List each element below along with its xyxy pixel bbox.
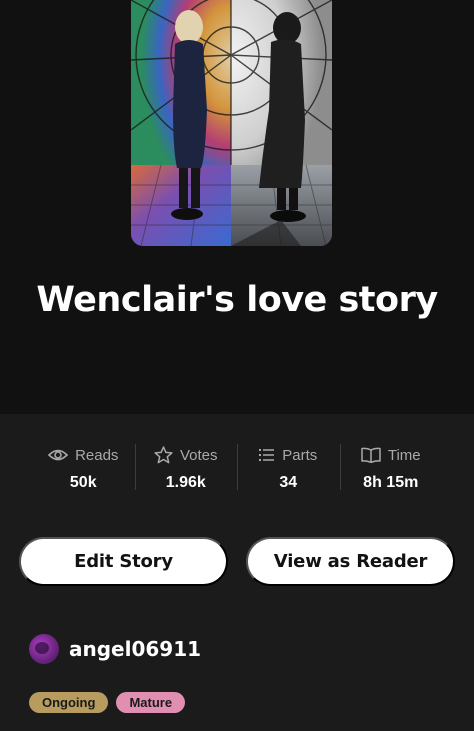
stat-time: Time 8h 15m bbox=[339, 444, 443, 512]
status-badge-mature: Mature bbox=[116, 692, 186, 713]
stat-parts-value: 34 bbox=[279, 474, 298, 491]
story-title: Wenclair's love story bbox=[36, 280, 438, 320]
star-icon bbox=[154, 446, 173, 464]
book-icon bbox=[361, 447, 381, 463]
stat-votes-value: 1.96k bbox=[165, 474, 206, 491]
status-badge-ongoing: Ongoing bbox=[29, 692, 109, 713]
story-cover-image[interactable] bbox=[131, 0, 332, 246]
stat-votes-label: Votes bbox=[179, 446, 218, 464]
cover-artwork bbox=[131, 0, 332, 246]
story-tags: Ongoing Mature bbox=[29, 692, 186, 713]
stat-time-label: Time bbox=[387, 446, 421, 464]
story-stats-bar: Reads 50k Votes 1.96k Parts 34 Time 8h 1… bbox=[0, 414, 474, 512]
edit-story-button[interactable]: Edit Story bbox=[19, 537, 228, 586]
stat-reads-label: Reads bbox=[75, 446, 119, 464]
stat-parts-label: Parts bbox=[282, 446, 318, 464]
list-icon bbox=[259, 449, 275, 461]
stat-reads: Reads 50k bbox=[32, 444, 135, 512]
author-username[interactable]: angel06911 bbox=[69, 637, 201, 661]
stat-votes: Votes 1.96k bbox=[134, 444, 238, 512]
stat-reads-value: 50k bbox=[69, 474, 97, 491]
avatar[interactable] bbox=[29, 634, 59, 664]
eye-icon bbox=[48, 449, 69, 461]
stat-parts: Parts 34 bbox=[237, 444, 340, 512]
stat-time-value: 8h 15m bbox=[363, 474, 419, 491]
story-header: Wenclair's love story bbox=[0, 0, 474, 414]
view-as-reader-button[interactable]: View as Reader bbox=[246, 537, 455, 586]
author-row[interactable]: angel06911 bbox=[29, 634, 201, 664]
